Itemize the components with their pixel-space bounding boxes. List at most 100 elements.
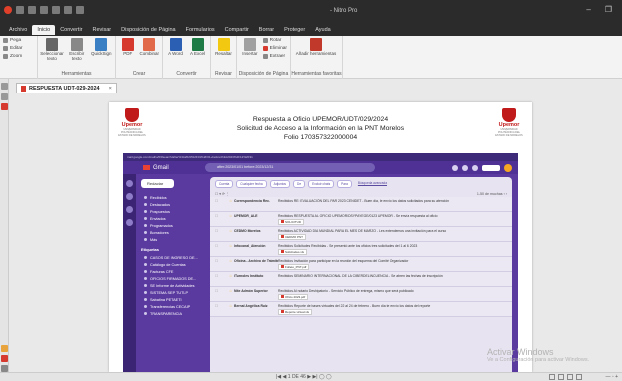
upemor-shield-icon: [125, 108, 139, 122]
pages-icon[interactable]: [1, 83, 8, 90]
menu-formularios[interactable]: Formularios: [181, 25, 220, 35]
nav-item: Más: [136, 236, 208, 243]
to-word-button[interactable]: A Word: [166, 38, 185, 57]
label-icon: [144, 263, 147, 266]
open-icon[interactable]: [16, 6, 24, 14]
highlight-icon: [217, 38, 230, 51]
highlight-button[interactable]: Resaltar: [214, 38, 233, 57]
label-item: TRANSPARENCIA: [136, 310, 208, 317]
save-icon[interactable]: [28, 6, 36, 14]
redo-icon[interactable]: [64, 6, 72, 14]
menu-convertir[interactable]: Convertir: [55, 25, 87, 35]
select-text-button[interactable]: Seleccionar texto: [40, 38, 64, 62]
pdf-file-icon: [21, 85, 26, 92]
menu-borrar[interactable]: Borrar: [254, 25, 279, 35]
menu-archivo[interactable]: Archivo: [4, 25, 32, 35]
comments-icon[interactable]: [1, 345, 8, 352]
nav-item: Enviados: [136, 215, 208, 222]
zoom-icon: [3, 54, 8, 59]
type-text-button[interactable]: Escribir texto: [66, 38, 88, 62]
zoom-slider[interactable]: — ◦ +: [606, 374, 618, 380]
document-tab[interactable]: RESPUESTA UDT-029-2024 ×: [16, 83, 117, 93]
menu-bar: Archivo Inicio Convertir Revisar Disposi…: [0, 25, 622, 36]
left-panel: [0, 79, 9, 372]
gmail-app-rail: [123, 174, 136, 372]
continuous-icon[interactable]: [558, 374, 564, 380]
message-body: Recibidos Solicitudes Recibidas - Se pre…: [278, 244, 418, 255]
edit-button[interactable]: Editar: [3, 46, 23, 51]
checkbox-icon: ☐: [215, 229, 219, 233]
browser-address-bar: mail.google.com/mail/u/0/#search/after%3…: [123, 153, 518, 161]
pdf-button[interactable]: PDF: [119, 38, 136, 57]
fullscreen-icon[interactable]: [576, 374, 582, 380]
add-tools-button[interactable]: Añadir herramientas: [294, 38, 338, 57]
facing-icon[interactable]: [567, 374, 573, 380]
customize-icon[interactable]: [76, 6, 84, 14]
add-tool-icon: [310, 38, 322, 51]
message-body: Recibidos RE: EVALUACIÓN DEL PAR 2023 CE…: [278, 199, 449, 203]
view-modes: [549, 374, 582, 380]
clock-icon: [144, 210, 147, 213]
paste-icon: [3, 38, 8, 43]
label-icon: [144, 256, 147, 259]
to-excel-button[interactable]: A Excel: [188, 38, 207, 57]
help-icon: [452, 165, 458, 171]
menu-proteger[interactable]: Proteger: [279, 25, 310, 35]
word-icon: [169, 38, 182, 51]
pdf-icon: [121, 38, 134, 51]
label-icon: [144, 277, 147, 280]
sender: Correspondencia Rec.: [234, 199, 270, 203]
insert-page-icon: [243, 38, 256, 51]
output-icon[interactable]: [1, 365, 8, 372]
bookmarks-icon[interactable]: [1, 93, 8, 100]
attachment-chip: Folleto_PNT.pdf: [278, 264, 310, 270]
menu-compartir[interactable]: Compartir: [220, 25, 254, 35]
gmail-search-bar: after:2023/01/01 before:2023/12/31: [205, 163, 375, 172]
message-body: Recibidos Al notario Deshipatorio - Serv…: [278, 289, 414, 300]
label-item: CASOS DE INGRESO DE...: [136, 254, 208, 261]
attachment-chip: Reporte virtual.xls: [278, 309, 313, 315]
menu-ayuda[interactable]: Ayuda: [310, 25, 336, 35]
message-body: Recibidos RESPUESTA AL OFICIO UPEMOR/DSY…: [278, 214, 438, 225]
scheduled-icon: [144, 224, 147, 227]
restore-icon[interactable]: ❐: [605, 5, 612, 14]
attachment-icon: [281, 265, 284, 268]
send-icon: [144, 217, 147, 220]
convert-group: A Word A Excel Convertir: [163, 36, 211, 79]
close-tab-icon[interactable]: ×: [109, 86, 112, 92]
minimize-icon[interactable]: –: [586, 5, 590, 14]
menu-revisar[interactable]: Revisar: [88, 25, 117, 35]
print-icon[interactable]: [40, 6, 48, 14]
quicksign-button[interactable]: QuickSign: [91, 38, 113, 57]
message-body: Recibidos Invitación para participar en …: [278, 259, 409, 270]
zoom-button[interactable]: Zoom: [3, 54, 23, 59]
tools-group: Seleccionar texto Escribir texto QuickSi…: [38, 36, 116, 79]
meet-icon: [126, 219, 133, 226]
insert-button[interactable]: Insertar: [240, 38, 260, 57]
menu-disposicion[interactable]: Disposición de Página: [116, 25, 180, 35]
paste-button[interactable]: Pega: [3, 38, 23, 43]
label-icon: [144, 305, 147, 308]
attachment-icon: [281, 220, 284, 223]
edit-icon: [3, 46, 8, 51]
chip: Cualquier fecha: [236, 180, 267, 188]
combine-button[interactable]: Combinar: [139, 38, 159, 57]
single-page-icon[interactable]: [549, 374, 555, 380]
page-navigation[interactable]: |◀ ◀ 1 DE 46 ▶ ▶| ◯ ◯: [276, 374, 332, 380]
sender: CEDMO Morelos: [234, 229, 261, 233]
rotate-button[interactable]: Rotar: [262, 38, 287, 43]
gmail-sidebar: Redactar Recibidos Destacados Pospuestos…: [136, 174, 208, 372]
undo-icon[interactable]: [52, 6, 60, 14]
menu-inicio[interactable]: Inicio: [32, 25, 56, 35]
signatures-icon[interactable]: [1, 355, 8, 362]
extract-button[interactable]: Extraer: [262, 54, 287, 59]
sender: Nite Admón Superior: [234, 289, 268, 293]
sender: ITurnoles Instituto: [234, 274, 264, 278]
attachments-icon[interactable]: [1, 103, 8, 110]
combine-icon: [143, 38, 156, 51]
label-icon: [144, 284, 147, 287]
delete-button[interactable]: Eliminar: [262, 46, 287, 51]
mail-icon: [126, 180, 133, 187]
rotate-icon: [262, 38, 268, 43]
chip: De: [293, 180, 306, 188]
